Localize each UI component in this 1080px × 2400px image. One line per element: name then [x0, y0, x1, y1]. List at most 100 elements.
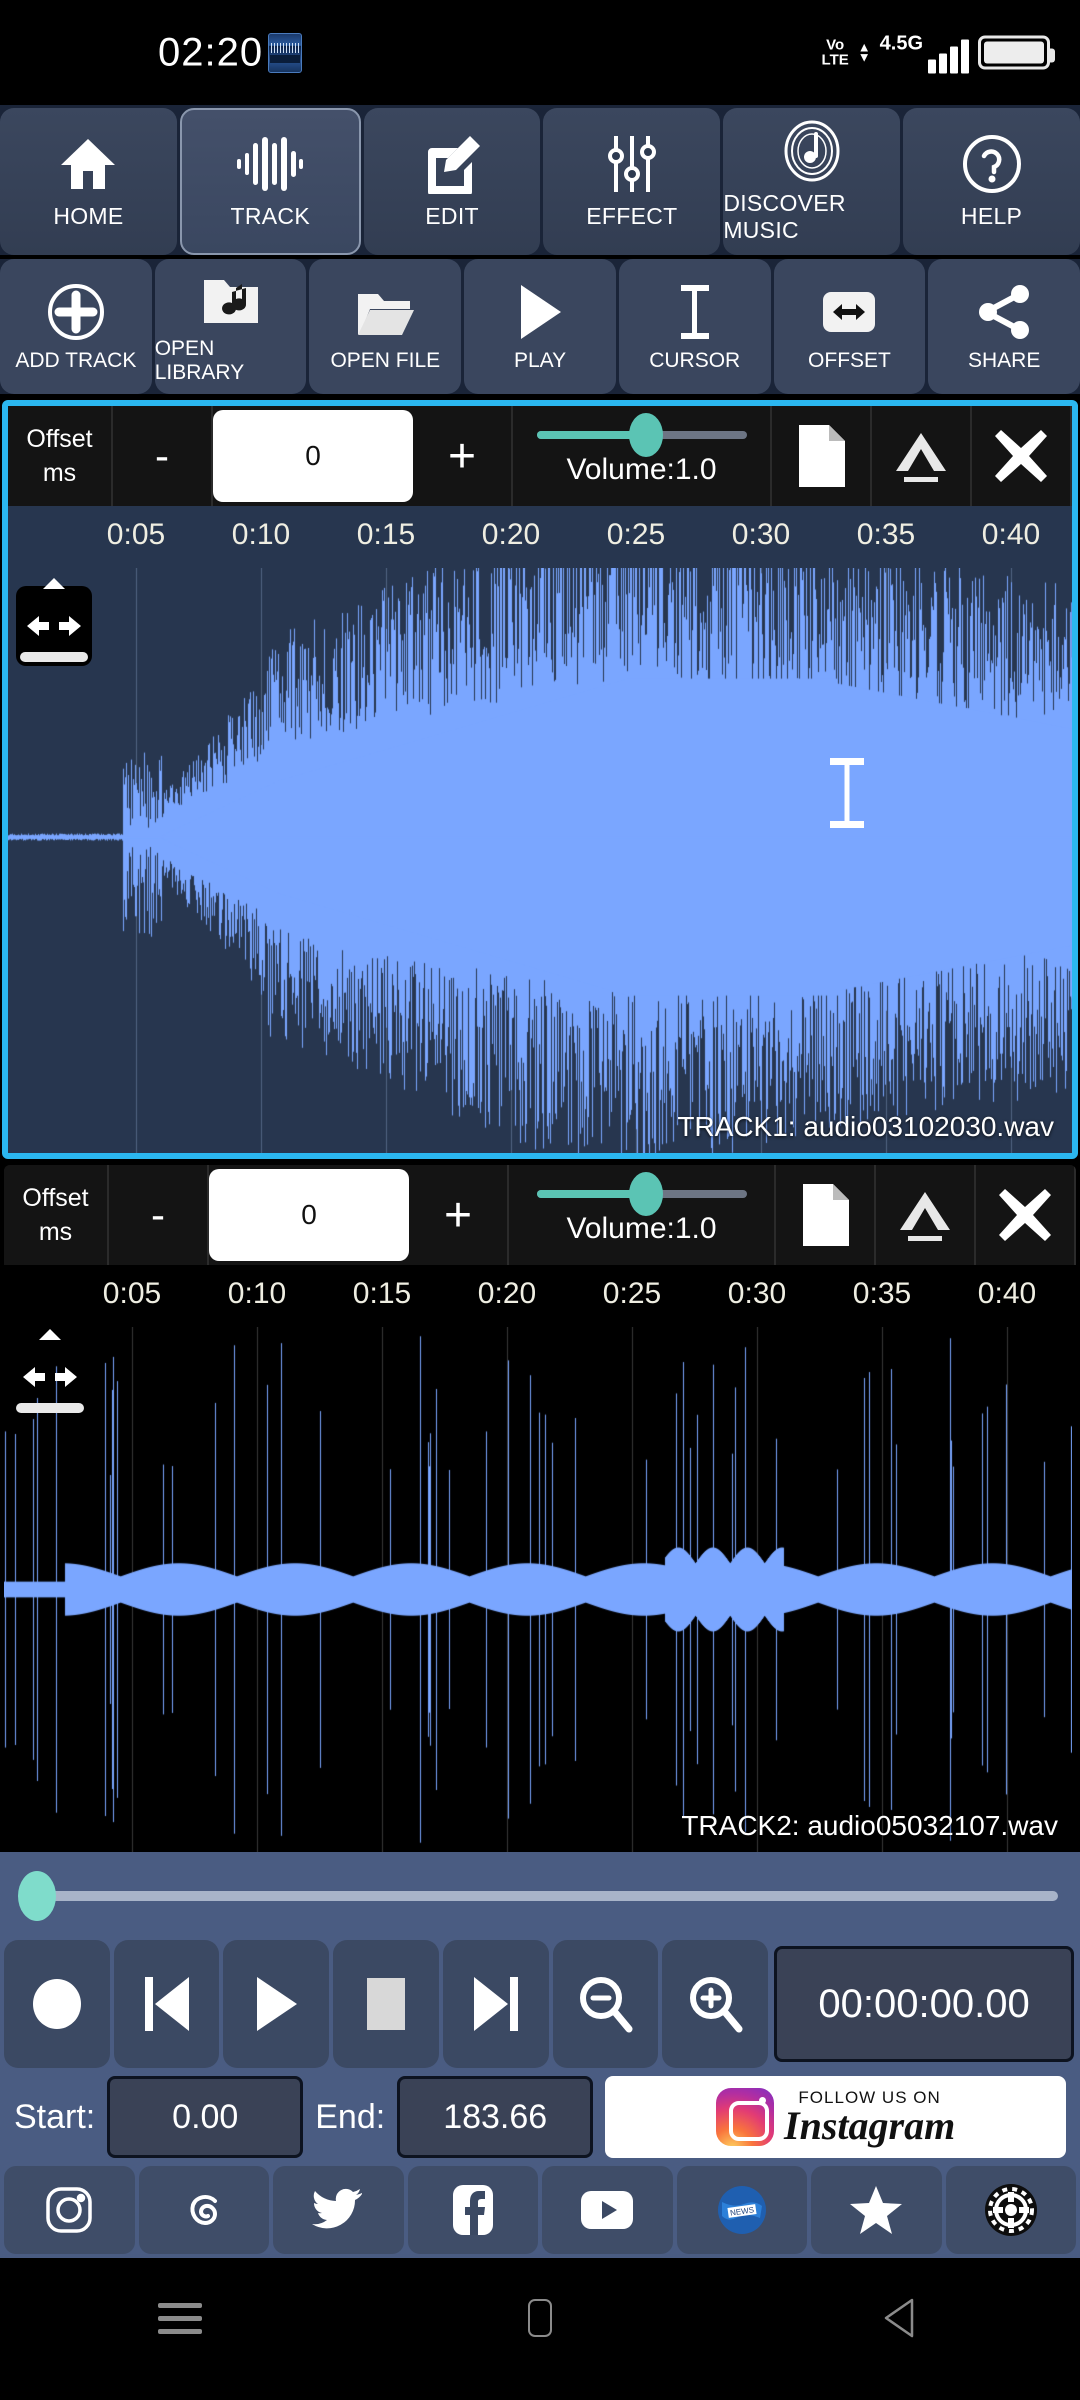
instagram-follow-banner[interactable]: FOLLOW US ON Instagram — [605, 2076, 1066, 2158]
toolbar-item-home[interactable]: HOME — [0, 108, 177, 255]
track-1-envelope-button[interactable] — [872, 406, 972, 506]
timeline-scroll-row — [0, 1852, 1080, 1940]
end-label: End: — [315, 2098, 385, 2137]
toolbar-item-effect-label: EFFECT — [586, 203, 677, 230]
back-triangle-icon[interactable] — [840, 2288, 960, 2348]
time-tick: 0:10 — [228, 1277, 286, 1311]
time-tick: 0:25 — [607, 518, 665, 552]
toolbar-item-help[interactable]: HELP — [903, 108, 1080, 255]
sliders-icon — [602, 133, 662, 195]
track-panel-2[interactable]: Offset ms - 0 + Volume:1.0 — [4, 1165, 1076, 1852]
track-2-volume-knob[interactable] — [629, 1172, 663, 1216]
toolbar-item-add-track-label: ADD TRACK — [15, 349, 136, 373]
toolbar-item-edit[interactable]: EDIT — [364, 108, 541, 255]
toolbar-item-offset[interactable]: OFFSET — [774, 259, 926, 394]
toolbar-item-play-label: PLAY — [514, 349, 566, 373]
track-1-volume-slider[interactable] — [537, 431, 747, 439]
track-2-volume-slider[interactable] — [537, 1190, 747, 1198]
track-2-file-button[interactable] — [776, 1165, 876, 1265]
folder-icon — [354, 281, 416, 343]
skip-forward-icon — [470, 1975, 522, 2033]
toolbar-item-cursor[interactable]: CURSOR — [619, 259, 771, 394]
range-row: Start: 0.00 End: 183.66 FOLLOW US ON Ins… — [0, 2068, 1080, 2166]
track-2-handle-caret-icon — [39, 1329, 61, 1340]
toolbar-item-cursor-label: CURSOR — [649, 349, 740, 373]
track-1-handle-caret-icon — [43, 578, 65, 589]
track-2-offset-input[interactable]: 0 — [209, 1169, 409, 1261]
toolbar-item-share[interactable]: SHARE — [928, 259, 1080, 394]
track-2-time-ruler[interactable]: 0:050:100:150:200:250:300:350:40 — [4, 1265, 1076, 1327]
track-1-offset-decrement-button[interactable]: - — [113, 406, 213, 506]
track-1-waveform[interactable]: TRACK1: audio03102030.wav — [8, 568, 1072, 1153]
track-2-envelope-button[interactable] — [876, 1165, 976, 1265]
track-2-volume-control[interactable]: Volume:1.0 — [509, 1165, 776, 1265]
track-2-drag-handle[interactable] — [12, 1337, 88, 1417]
question-circle-icon — [962, 133, 1022, 195]
magnifier-minus-icon — [577, 1975, 633, 2033]
home-pill-icon[interactable] — [480, 2288, 600, 2348]
threads-icon[interactable] — [139, 2166, 270, 2254]
track-1-time-ruler[interactable]: 0:050:100:150:200:250:300:350:40 — [8, 506, 1072, 568]
track-1-cursor-icon — [830, 758, 864, 828]
track-1-file-button[interactable] — [772, 406, 872, 506]
record-button[interactable] — [4, 1940, 110, 2068]
start-field[interactable]: 0.00 — [107, 2076, 303, 2158]
track-1-offset-increment-button[interactable]: + — [413, 406, 513, 506]
time-tick: 0:30 — [728, 1277, 786, 1311]
track-1-volume-label: Volume:1.0 — [566, 453, 716, 487]
main-toolbar: HOME TRACK — [0, 105, 1080, 255]
play-button[interactable] — [223, 1940, 329, 2068]
toolbar-item-discover-music[interactable]: DISCOVER MUSIC — [723, 108, 900, 255]
twitter-icon[interactable] — [273, 2166, 404, 2254]
social-row: NEWS — [0, 2166, 1080, 2258]
timeline-scroll-thumb[interactable] — [18, 1871, 56, 1921]
track-1-volume-knob[interactable] — [629, 413, 663, 457]
skip-start-button[interactable] — [114, 1940, 220, 2068]
android-nav-bar — [0, 2258, 1080, 2378]
globe-news-icon[interactable]: NEWS — [677, 2166, 808, 2254]
track-2-offset-decrement-button[interactable]: - — [109, 1165, 209, 1265]
toolbar-item-add-track[interactable]: ADD TRACK — [0, 259, 152, 394]
track-1-offset-input[interactable]: 0 — [213, 410, 413, 502]
track-1-drag-handle[interactable] — [16, 586, 92, 666]
track-1-close-button[interactable] — [972, 406, 1072, 506]
time-tick: 0:15 — [357, 518, 415, 552]
status-right-group: Vo LTE ▲▼ 4.5G — [822, 32, 1050, 73]
star-rate-icon[interactable] — [811, 2166, 942, 2254]
waveform-canvas — [4, 1327, 1072, 1852]
toolbar-item-open-file[interactable]: OPEN FILE — [309, 259, 461, 394]
youtube-icon[interactable] — [542, 2166, 673, 2254]
app-root: 02:20 Vo LTE ▲▼ 4.5G HOME — [0, 0, 1080, 2400]
zoom-in-button[interactable] — [662, 1940, 768, 2068]
track-2-offset-increment-button[interactable]: + — [409, 1165, 509, 1265]
track-panel-1[interactable]: Offset ms - 0 + Volume:1.0 — [2, 400, 1078, 1159]
toolbar-item-track[interactable]: TRACK — [180, 108, 361, 255]
recents-icon[interactable] — [120, 2288, 240, 2348]
waveform-canvas — [8, 568, 1076, 1153]
stop-button[interactable] — [333, 1940, 439, 2068]
time-tick: 0:10 — [232, 518, 290, 552]
time-tick: 0:15 — [353, 1277, 411, 1311]
toolbar-item-open-library[interactable]: OPEN LIBRARY — [155, 259, 307, 394]
toolbar-item-effect[interactable]: EFFECT — [543, 108, 720, 255]
facebook-icon[interactable] — [408, 2166, 539, 2254]
zoom-out-button[interactable] — [553, 1940, 659, 2068]
track-1-volume-control[interactable]: Volume:1.0 — [513, 406, 772, 506]
timeline-scroll-slider[interactable] — [22, 1891, 1058, 1901]
toolbar-item-share-label: SHARE — [968, 349, 1040, 373]
left-right-arrow-icon — [821, 281, 877, 343]
track-2-close-button[interactable] — [976, 1165, 1076, 1265]
instagram-icon[interactable] — [4, 2166, 135, 2254]
secondary-toolbar: ADD TRACK OPEN LIBRARY OPEN FILE — [0, 259, 1080, 394]
transport-controls: 00:00:00.00 — [0, 1940, 1080, 2068]
end-field[interactable]: 183.66 — [397, 2076, 593, 2158]
skip-end-button[interactable] — [443, 1940, 549, 2068]
track-2-handle-arrows-icon — [21, 1363, 79, 1391]
track-1-name-label: TRACK1: audio03102030.wav — [677, 1111, 1054, 1143]
toolbar-item-play[interactable]: PLAY — [464, 259, 616, 394]
time-tick: 0:20 — [482, 518, 540, 552]
track-2-waveform[interactable]: TRACK2: audio05032107.wav — [4, 1327, 1076, 1852]
timecode-display[interactable]: 00:00:00.00 — [774, 1946, 1074, 2062]
battery-icon — [978, 36, 1050, 70]
settings-gear-icon[interactable] — [946, 2166, 1077, 2254]
